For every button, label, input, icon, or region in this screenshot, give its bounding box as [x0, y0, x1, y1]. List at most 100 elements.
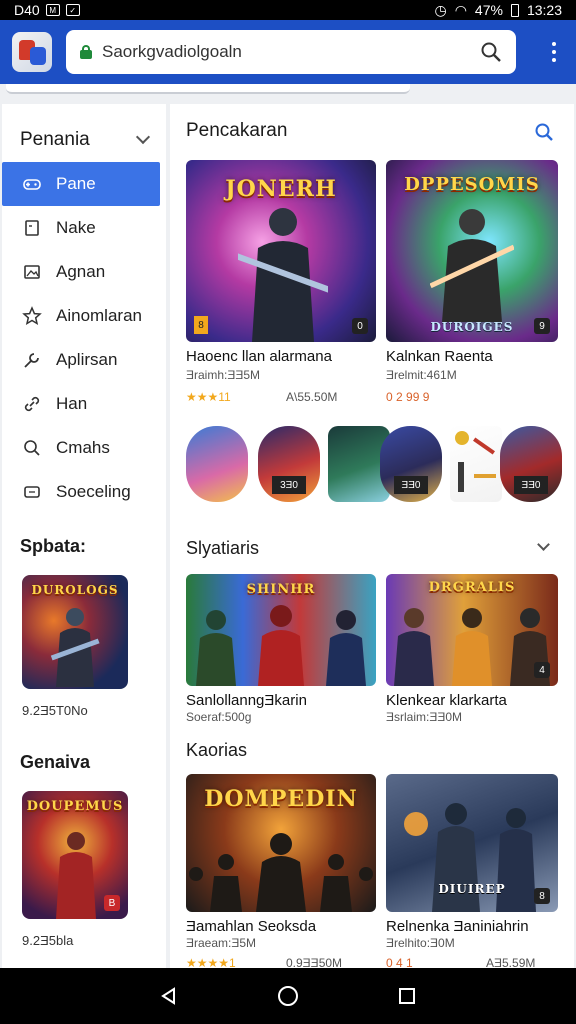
wifi-icon: ◠: [454, 1, 467, 18]
game-art-title: DPPESOMIS: [404, 174, 540, 195]
sidebar-item-soeceling[interactable]: Soeceling: [2, 470, 166, 514]
sidebar-item-cmahs[interactable]: Cmahs: [2, 426, 166, 470]
game-subtitle: Ǝrelmit:461M: [386, 368, 457, 382]
wrench-icon: [22, 350, 42, 370]
featured-game-card[interactable]: JONERH 8 0: [186, 160, 376, 342]
hero-figure-art: [430, 209, 514, 322]
chevron-down-icon[interactable]: [537, 538, 550, 551]
game-rating: 0 2 99 9: [386, 390, 430, 404]
sidebar-section-title: Genaiva: [20, 752, 91, 772]
system-navigation-bar: [0, 968, 576, 1024]
game-title[interactable]: SanlollanngƎkarin: [186, 692, 307, 709]
game-meta: AƎ5.59M: [486, 956, 536, 968]
section-title: Slyatiaris: [186, 538, 260, 558]
game-art-title: DRGRALIS: [428, 580, 516, 595]
game-rating: 0 4 1: [386, 956, 413, 968]
sidebar-section-title: Spbata:: [20, 536, 87, 556]
battery-level: 47%: [474, 2, 503, 18]
sidebar-item-han[interactable]: Han: [2, 382, 166, 426]
sidebar-item-label: Cmahs: [56, 438, 110, 457]
game-subtitle: Ǝsrlaim:ƎƎ0M: [386, 710, 463, 724]
sidebar-header[interactable]: Penania: [2, 104, 166, 160]
sidebar-item-nake[interactable]: Nake: [2, 206, 166, 250]
hero-figure-art: [238, 208, 328, 342]
game-art-title: DIUIREP: [438, 882, 506, 896]
game-badge: 0: [352, 318, 368, 334]
search-icon[interactable]: [534, 122, 554, 142]
game-subtitle: Ǝraeam:Ǝ5M: [186, 936, 257, 950]
sidebar-item-label: Soeceling: [56, 482, 131, 501]
game-card[interactable]: DRGRALIS 4: [386, 574, 558, 686]
link-icon: [22, 394, 42, 414]
sidebar-item-label: Agnan: [56, 262, 106, 281]
tab-strip: [6, 84, 410, 94]
sidebar-item-label: Han: [56, 394, 88, 413]
hero-figure-art: [56, 832, 96, 919]
game-age-badge: 8: [194, 316, 208, 334]
sidebar-caption: 9.2Ǝ5T0No: [22, 703, 88, 718]
game-meta: 0.9ƎƎ50M: [286, 956, 343, 968]
game-card[interactable]: DIUIREP 8: [386, 774, 558, 912]
lock-icon: [80, 45, 92, 59]
mini-game-thumbnail[interactable]: ƎƎ0: [500, 426, 562, 502]
mini-game-thumbnail[interactable]: [450, 426, 502, 502]
sidebar-item-label: Pane: [56, 174, 96, 193]
chevron-down-icon[interactable]: [135, 129, 151, 145]
sidebar-title: Penania: [20, 129, 90, 150]
back-icon[interactable]: [157, 984, 181, 1008]
game-badge: 8: [534, 888, 550, 904]
home-icon[interactable]: [276, 984, 300, 1008]
page-title: Pencakaran: [186, 120, 288, 141]
search-icon[interactable]: [480, 41, 502, 63]
sidebar-caption: 9.2Ǝ5bla: [22, 933, 74, 948]
game-rating: ★★★★1: [186, 956, 236, 968]
army-figures-art: [189, 833, 373, 912]
overflow-menu-icon[interactable]: [552, 42, 556, 62]
game-badge: 4: [534, 662, 550, 678]
recents-icon[interactable]: [395, 984, 419, 1008]
weapon-items-art: [455, 431, 496, 492]
sidebar-item-ainomlaran[interactable]: Ainomlaran: [2, 294, 166, 338]
game-subtitle: Ǝraimh:ƎƎ5M: [186, 368, 261, 382]
sidebar-item-pane[interactable]: Pane: [2, 162, 160, 206]
mini-game-thumbnail[interactable]: 3Ǝ0: [258, 426, 320, 502]
sidebar-game-thumbnail[interactable]: DOUPEMUS B: [22, 791, 128, 919]
clock: 13:23: [526, 2, 562, 18]
image-icon: [22, 262, 42, 282]
game-meta: A\55.50M: [286, 390, 338, 404]
game-art-subtitle: DUROIGES: [430, 320, 514, 334]
mini-game-thumbnail[interactable]: [186, 426, 248, 502]
check-notification-icon: ✓: [65, 4, 80, 16]
sidebar-item-label: Nake: [56, 218, 96, 237]
game-card[interactable]: SHINHR: [186, 574, 376, 686]
app-icon[interactable]: [12, 32, 52, 72]
game-card[interactable]: DOMPEDIN: [186, 774, 376, 912]
game-badge: B: [104, 895, 120, 911]
hero-figure-art: [196, 605, 366, 686]
hero-figure-art: [394, 608, 550, 686]
main-panel: Pencakaran JONERH 8 0 DPPESOMIS DUROIGES…: [170, 104, 574, 968]
featured-game-card[interactable]: DPPESOMIS DUROIGES 9: [386, 160, 558, 342]
hero-figure-art: [50, 608, 100, 687]
game-art-title: SHINHR: [246, 582, 316, 597]
sidebar-item-agnan[interactable]: Agnan: [2, 250, 166, 294]
game-title[interactable]: Ǝamahlan Seoksda: [186, 918, 316, 935]
game-art-title: JONERH: [225, 176, 337, 202]
game-rating: ★★★11: [186, 390, 231, 404]
sidebar-item-aplirsan[interactable]: Aplirsan: [2, 338, 166, 382]
alarm-icon: ◷: [434, 1, 447, 18]
game-title[interactable]: Haoenc llan alarmana: [186, 348, 332, 365]
sidebar-game-thumbnail[interactable]: DUROLOGS: [22, 575, 128, 689]
mini-game-thumbnail[interactable]: ƎƎ0: [380, 426, 442, 502]
browser-toolbar: Saorkgvadiolgoaln: [0, 20, 576, 84]
status-time-left: D40: [14, 2, 40, 18]
url-text: Saorkgvadiolgoaln: [102, 42, 242, 61]
url-bar[interactable]: Saorkgvadiolgoaln: [66, 30, 516, 74]
status-bar: D40 M ✓ ◷ ◠ 47% 13:23: [0, 0, 576, 20]
game-title[interactable]: Klenkear klarkarta: [386, 692, 507, 709]
mail-notification-icon: M: [45, 4, 60, 16]
sidebar: Penania Pane Nake Agnan Ainomlaran Aplir…: [2, 104, 166, 968]
game-title[interactable]: Kalnkan Raenta: [386, 348, 493, 365]
game-title[interactable]: Relnenka Ǝaniniahrin: [386, 918, 529, 935]
game-badge: 9: [534, 318, 550, 334]
